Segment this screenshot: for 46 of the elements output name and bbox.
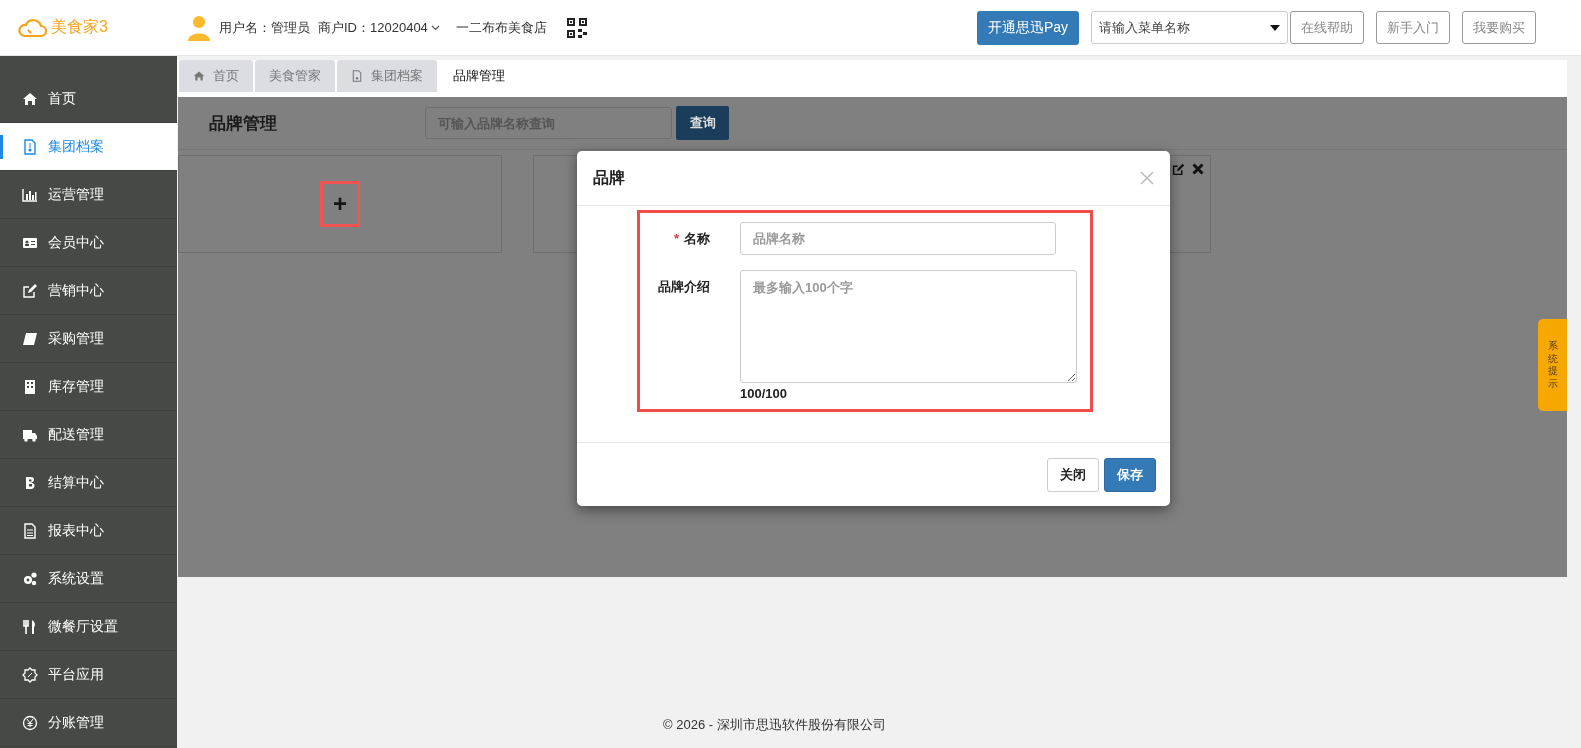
report-icon bbox=[22, 522, 38, 539]
close-button[interactable]: 关闭 bbox=[1047, 457, 1099, 492]
utensils-icon bbox=[22, 618, 38, 635]
logo-text: 美食家3 bbox=[51, 17, 108, 37]
gears-icon bbox=[22, 570, 38, 587]
edit-icon bbox=[22, 282, 38, 299]
add-button[interactable]: + bbox=[320, 181, 360, 227]
tab[interactable]: 首页 bbox=[179, 60, 253, 92]
name-input[interactable]: 品牌名称 bbox=[740, 222, 1056, 255]
yen-icon bbox=[22, 714, 38, 731]
header-button[interactable]: 在线帮助 bbox=[1290, 11, 1364, 44]
field-label: * 名称 bbox=[672, 230, 710, 248]
merchant-id[interactable]: 商户ID：12020404 bbox=[318, 18, 428, 37]
store-name: 一二布布美食店 bbox=[455, 18, 547, 37]
caret-icon[interactable] bbox=[1270, 24, 1280, 31]
qr-code-icon[interactable] bbox=[566, 17, 587, 38]
intro-textarea[interactable]: 最多输入100个字 bbox=[740, 270, 1077, 383]
tab[interactable]: 美食管家 bbox=[255, 60, 335, 92]
home-icon bbox=[193, 70, 205, 82]
document-icon bbox=[351, 69, 363, 83]
delete-icon[interactable] bbox=[1192, 163, 1204, 175]
char-counter: 100/100 bbox=[740, 386, 787, 401]
cloud-logo-icon bbox=[17, 17, 47, 38]
bar-chart-icon bbox=[22, 186, 38, 203]
header-button[interactable]: 新手入门 bbox=[1376, 11, 1450, 44]
save-button[interactable]: 保存 bbox=[1104, 457, 1156, 492]
footer-copyright: © 2026 - 深圳市思迅软件股份有限公司 bbox=[662, 716, 887, 734]
home-icon bbox=[22, 90, 38, 107]
edit-icon[interactable] bbox=[1172, 163, 1185, 176]
search-button[interactable]: 查询 bbox=[676, 106, 729, 140]
menu-search-select[interactable]: 请输入菜单名称 bbox=[1091, 11, 1288, 44]
tab[interactable]: 集团档案 bbox=[337, 60, 437, 92]
user-avatar-icon bbox=[187, 14, 211, 41]
username: 用户名：管理员 bbox=[219, 18, 310, 37]
sidebar-item[interactable]: 集团档案 bbox=[0, 123, 177, 171]
field-label: 品牌介绍 bbox=[657, 278, 710, 296]
document-icon bbox=[22, 138, 38, 155]
dialog-title: 品牌 bbox=[593, 167, 626, 188]
building-icon bbox=[22, 378, 38, 395]
header-button[interactable]: 我要购买 bbox=[1462, 11, 1536, 44]
pay-button[interactable]: 开通思迅Pay bbox=[976, 10, 1079, 45]
book-icon bbox=[22, 330, 38, 347]
page-title: 品牌管理 bbox=[209, 112, 278, 135]
badge-icon bbox=[22, 666, 38, 683]
system-notice-tab[interactable]: 系统提示 bbox=[1538, 319, 1567, 411]
chevron-down-icon[interactable] bbox=[430, 24, 440, 31]
